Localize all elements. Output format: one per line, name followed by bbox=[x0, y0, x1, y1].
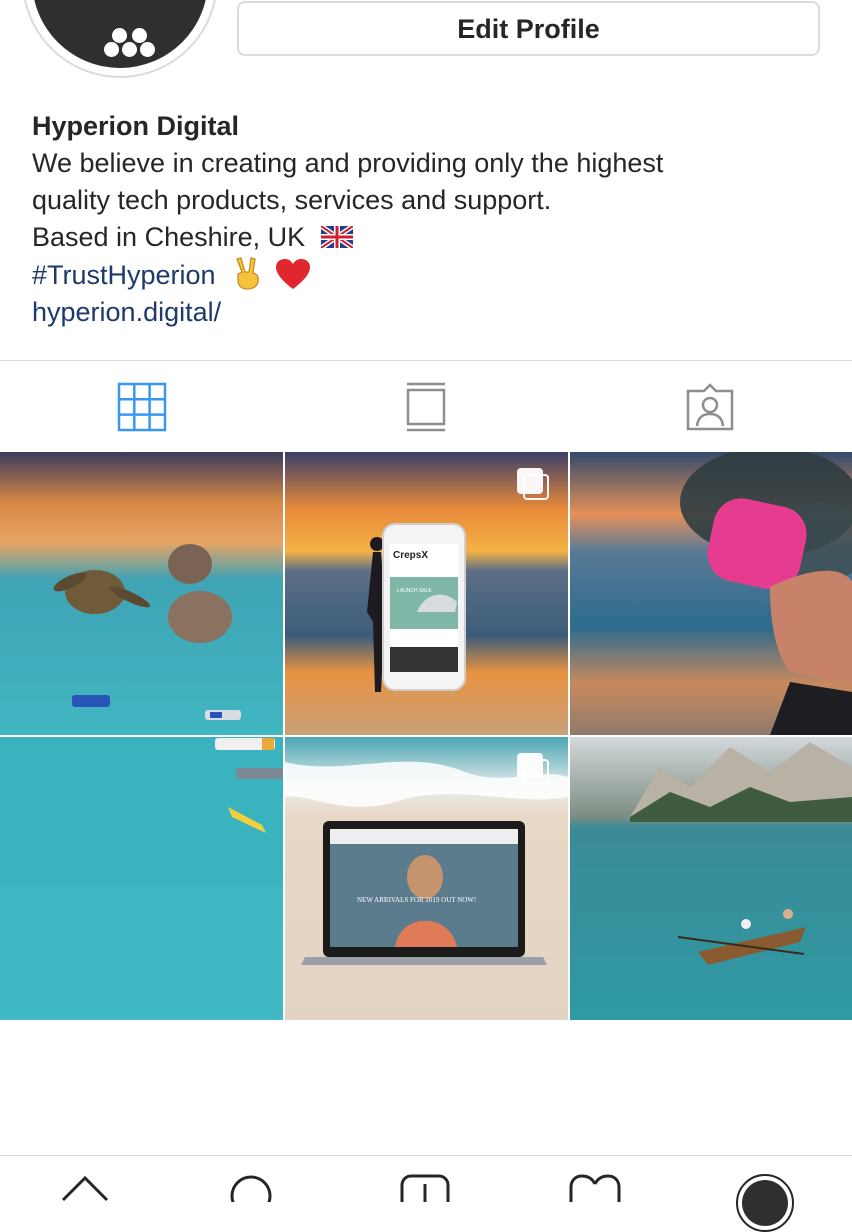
bio-line-2: quality tech products, services and supp… bbox=[32, 185, 552, 215]
post-thumbnail[interactable] bbox=[0, 737, 283, 1020]
bio-line-1: We believe in creating and providing onl… bbox=[32, 148, 664, 178]
website-link[interactable]: hyperion.digital/ bbox=[32, 294, 832, 331]
home-icon[interactable] bbox=[60, 1172, 110, 1202]
profile-tabs bbox=[0, 360, 852, 453]
post-thumbnail[interactable] bbox=[570, 737, 852, 1020]
multiple-images-icon bbox=[517, 468, 551, 502]
red-heart-icon bbox=[275, 259, 310, 289]
bio-location: Based in Cheshire, UK bbox=[32, 222, 306, 252]
profile-avatar-icon[interactable] bbox=[736, 1174, 794, 1232]
post-thumbnail[interactable] bbox=[0, 452, 283, 735]
avatar[interactable] bbox=[32, 0, 208, 68]
multiple-images-icon bbox=[517, 753, 551, 787]
grid-icon[interactable] bbox=[116, 381, 168, 433]
search-icon[interactable] bbox=[228, 1172, 274, 1202]
post-thumbnail[interactable]: NEW ARRIVALS FOR 2019 OUT NOW! bbox=[285, 737, 568, 1020]
bottom-navigation bbox=[0, 1155, 852, 1232]
profile-bio: Hyperion Digital We believe in creating … bbox=[32, 108, 832, 331]
tagged-person-icon[interactable] bbox=[684, 381, 736, 433]
profile-name: Hyperion Digital bbox=[32, 111, 240, 141]
feed-icon[interactable] bbox=[400, 381, 452, 433]
post-thumbnail[interactable] bbox=[570, 452, 852, 735]
phone-brand: CrepsX bbox=[393, 550, 428, 561]
post-image bbox=[570, 452, 852, 735]
post-image bbox=[0, 737, 283, 1020]
phone-banner: LAUNCH SALE bbox=[397, 588, 432, 594]
victory-hand-icon bbox=[236, 257, 259, 290]
add-post-icon[interactable] bbox=[400, 1172, 452, 1202]
hashtag-link[interactable]: #TrustHyperion bbox=[32, 260, 216, 290]
post-image bbox=[0, 452, 283, 735]
activity-heart-icon[interactable] bbox=[568, 1172, 622, 1202]
bio-hashtag-line: #TrustHyperion bbox=[32, 256, 832, 294]
post-thumbnail[interactable]: CrepsX LAUNCH SALE bbox=[285, 452, 568, 735]
edit-profile-button[interactable]: Edit Profile bbox=[237, 1, 820, 56]
profile-avatar-mini bbox=[742, 1180, 788, 1226]
bio-line-3: Based in Cheshire, UK bbox=[32, 219, 832, 256]
posts-grid: CrepsX LAUNCH SALE NEW ARRIVALS FOR 2019… bbox=[0, 452, 852, 1020]
uk-flag-icon bbox=[320, 226, 353, 248]
post-image bbox=[570, 737, 852, 1020]
laptop-headline: NEW ARRIVALS FOR 2019 OUT NOW! bbox=[357, 896, 476, 904]
